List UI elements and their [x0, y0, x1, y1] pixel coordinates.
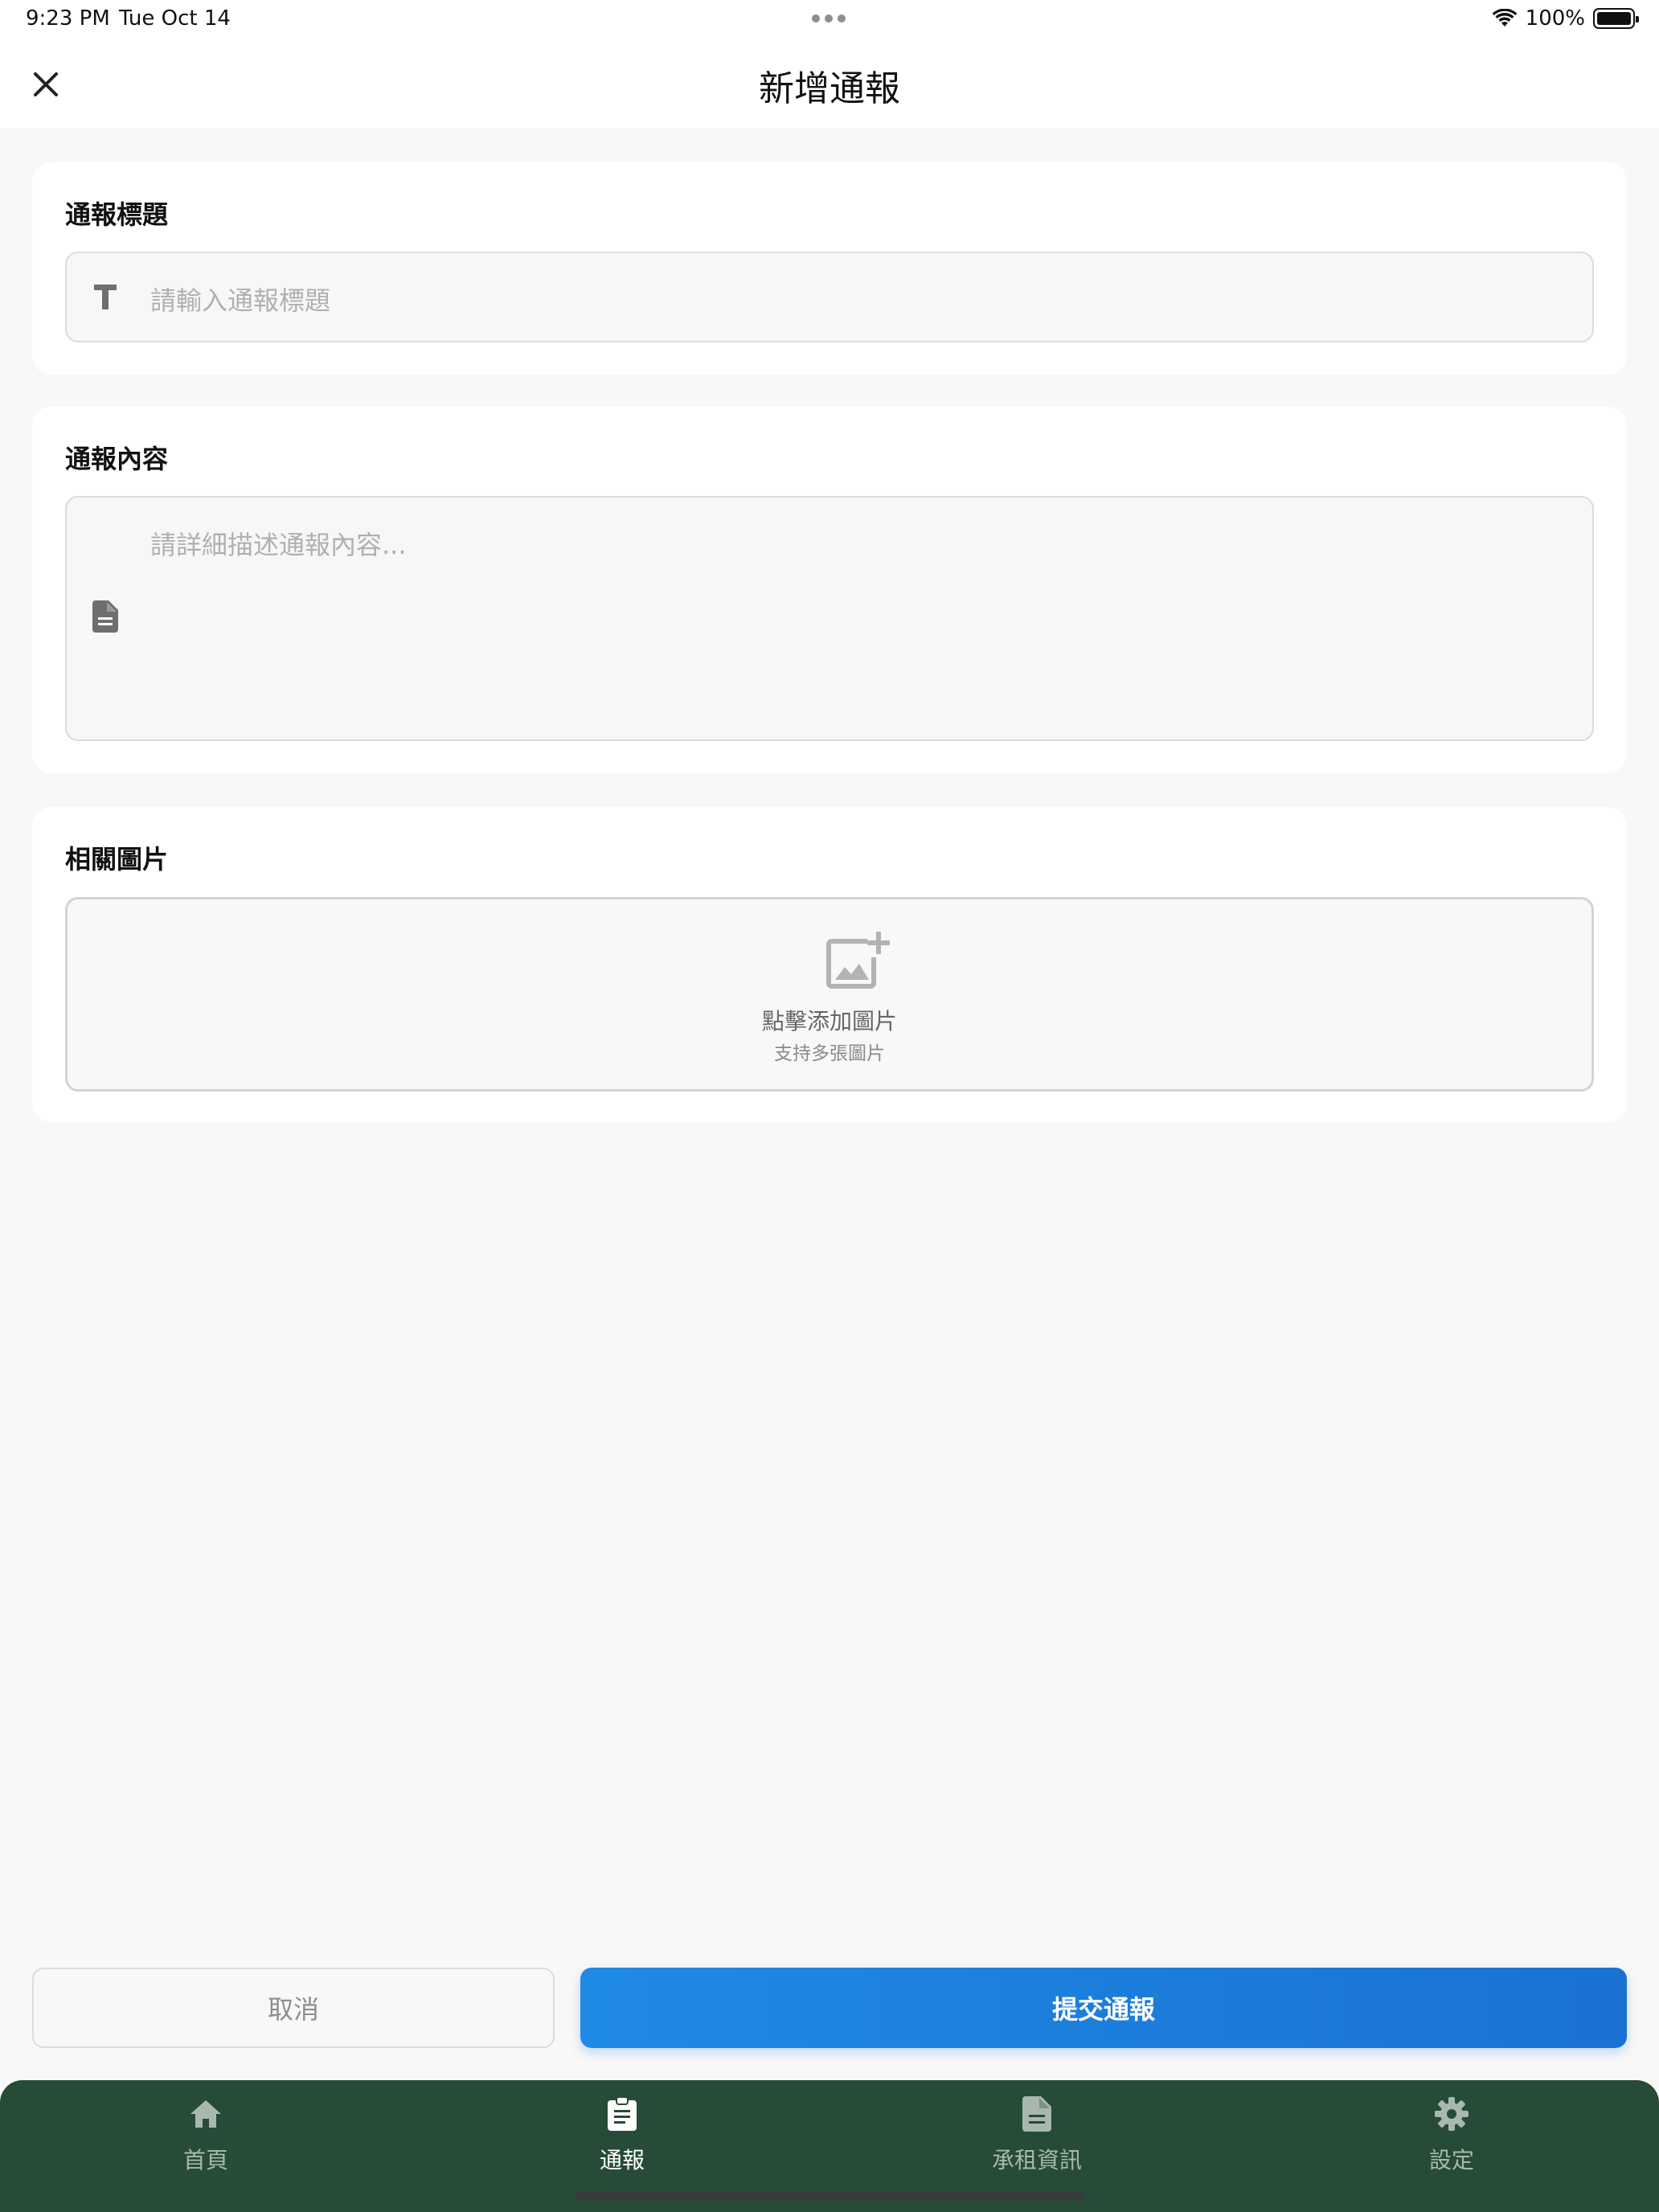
- image-upload-area[interactable]: 點擊添加圖片 支持多張圖片: [65, 897, 1594, 1092]
- title-card: 通報標題 請輸入通報標題: [32, 162, 1627, 375]
- upload-text: 點擊添加圖片: [761, 1008, 897, 1034]
- title-placeholder: 請輸入通報標題: [150, 285, 331, 316]
- content-textarea[interactable]: 請詳細描述通報內容...: [65, 496, 1594, 741]
- title-label: 通報標題: [65, 199, 169, 230]
- gear-icon: [1434, 2096, 1469, 2132]
- document-icon: [89, 600, 121, 633]
- add-photo-icon: [826, 932, 890, 989]
- tab-label: 承租資訊: [991, 2147, 1082, 2173]
- content-card: 通報內容 請詳細描述通報內容...: [32, 407, 1627, 773]
- content-label: 通報內容: [65, 444, 169, 474]
- tab-settings[interactable]: 設定: [1331, 2080, 1572, 2212]
- tab-label: 通報: [599, 2147, 645, 2173]
- status-bar: 9:23 PM Tue Oct 14 100%: [0, 0, 1659, 40]
- clipboard-icon: [604, 2096, 640, 2132]
- battery-percent: 100%: [1525, 6, 1585, 31]
- page-title: 新增通報: [759, 68, 900, 109]
- submit-button[interactable]: 提交通報: [580, 1968, 1627, 2048]
- tab-home[interactable]: 首頁: [85, 2080, 326, 2212]
- document-icon: [1019, 2096, 1055, 2132]
- cancel-button[interactable]: 取消: [32, 1968, 555, 2048]
- tab-label: 設定: [1428, 2147, 1474, 2173]
- home-indicator[interactable]: [576, 2191, 1083, 2199]
- text-format-icon: [89, 281, 121, 313]
- status-date: Tue Oct 14: [119, 6, 231, 31]
- battery-icon: [1593, 8, 1639, 29]
- title-input[interactable]: 請輸入通報標題: [65, 252, 1594, 342]
- image-card: 相關圖片 點擊添加圖片 支持多張圖片: [32, 807, 1627, 1122]
- tab-label: 首頁: [182, 2147, 228, 2173]
- status-indicators: 100%: [1492, 6, 1639, 31]
- upload-subtext: 支持多張圖片: [774, 1043, 885, 1064]
- navigation-bar: 新增通報: [0, 40, 1659, 129]
- home-icon: [188, 2096, 223, 2132]
- status-time: 9:23 PM: [26, 6, 110, 31]
- image-label: 相關圖片: [65, 844, 169, 875]
- wifi-icon: [1492, 9, 1518, 27]
- content-placeholder: 請詳細描述通報內容...: [150, 530, 407, 560]
- multitasking-dots-icon[interactable]: [812, 14, 846, 23]
